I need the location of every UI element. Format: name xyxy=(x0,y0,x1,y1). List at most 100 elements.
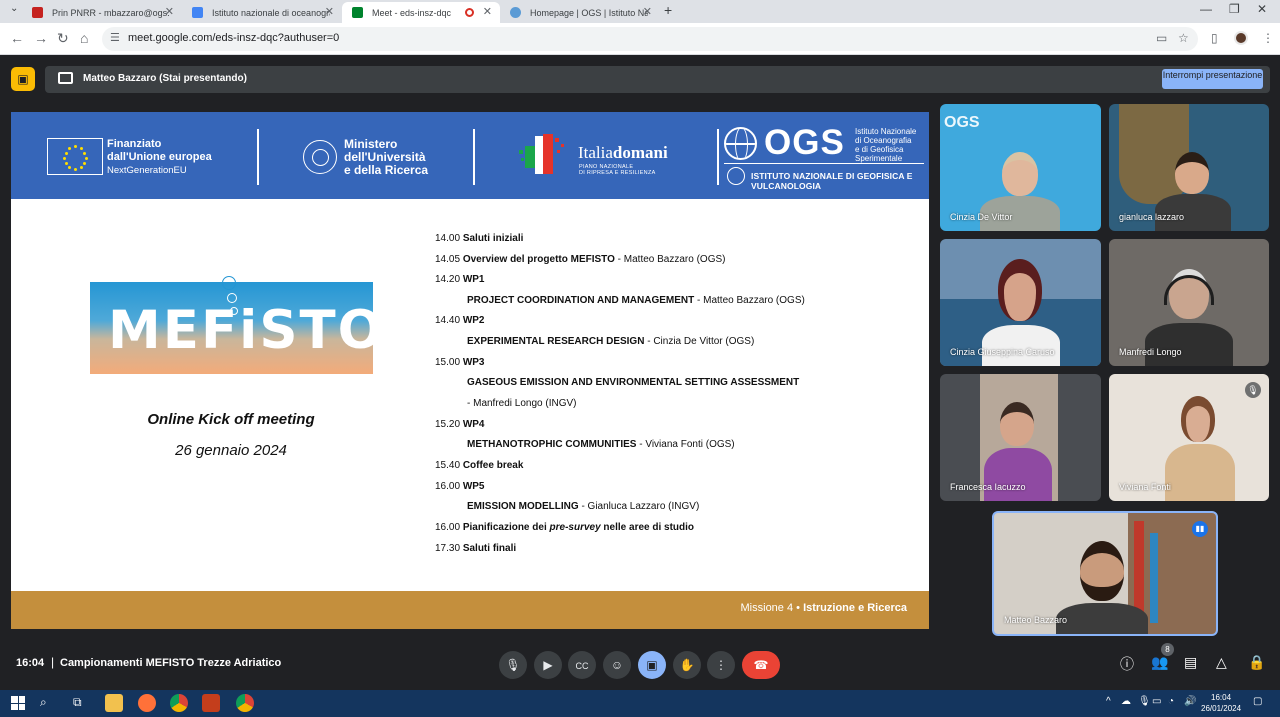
home-icon[interactable]: ⌂ xyxy=(80,30,88,46)
agenda-time: 14.20 xyxy=(435,274,461,285)
eu-line: dall'Unione europea xyxy=(107,151,212,163)
gmail-icon xyxy=(32,7,43,18)
tray-chevron-up-icon[interactable]: ^ xyxy=(1106,696,1111,707)
participant-tile[interactable]: OGS Cinzia De Vittor xyxy=(940,104,1101,231)
participant-tile[interactable]: gianluca lazzaro xyxy=(1109,104,1269,231)
present-screen-button[interactable]: ▣ xyxy=(638,651,666,679)
more-menu-icon[interactable]: ⋮ xyxy=(1262,31,1274,45)
stop-presenting-button[interactable]: Interrompi presentazione xyxy=(1162,69,1263,89)
participant-face xyxy=(998,259,1042,321)
mefisto-wordmark: MEFiSTO xyxy=(108,300,385,361)
close-tab-icon[interactable]: ✕ xyxy=(643,5,652,18)
tab-ogs-homepage[interactable]: Homepage | OGS | Istituto Nazi ✕ xyxy=(500,2,660,23)
search-icon[interactable]: ⌕ xyxy=(40,695,47,710)
mission-label: Missione 4 • xyxy=(740,602,804,614)
agenda-title: METHANOTROPHIC COMMUNITIES xyxy=(467,439,637,450)
participant-tile[interactable]: 🎙 Viviana Fonti xyxy=(1109,374,1269,501)
reload-icon[interactable]: ↻ xyxy=(57,30,69,47)
tab-title: Prin PNRR - mbazzaro@ogs.it - xyxy=(52,7,170,18)
powerpoint-icon[interactable] xyxy=(202,694,220,712)
presentation-warning-icon[interactable]: ▣ xyxy=(11,67,35,91)
tab-search-chevron-icon[interactable]: ⌄ xyxy=(10,3,18,14)
presented-slide: Finanziato dall'Unione europea NextGener… xyxy=(11,112,929,629)
agenda-time: 14.40 xyxy=(435,315,461,326)
windows-start-icon[interactable] xyxy=(11,696,25,710)
volume-icon[interactable]: 🔊 xyxy=(1184,696,1196,707)
profile-avatar[interactable] xyxy=(1234,31,1248,45)
meeting-info-icon[interactable]: ⓘ xyxy=(1120,654,1134,674)
agenda-item: 14.00 Saluti iniziali xyxy=(435,233,523,244)
notifications-icon[interactable]: ▢ xyxy=(1253,696,1262,707)
camera-permission-icon[interactable]: ▭ xyxy=(1156,31,1167,45)
task-view-icon[interactable]: ⧉ xyxy=(73,695,82,710)
self-view-tile[interactable]: ▮▮ Matteo Bazzaro xyxy=(992,511,1218,636)
mission-title: Istruzione e Ricerca xyxy=(803,602,907,614)
microphone-tray-icon[interactable]: 🎙 xyxy=(1138,696,1151,707)
url-omnibox[interactable]: ☰ meet.google.com/eds-insz-dqc?authuser=… xyxy=(102,27,1198,51)
firefox-icon[interactable] xyxy=(138,694,156,712)
divider xyxy=(724,163,924,164)
agenda-item: 16.00 Pianificazione dei pre-survey nell… xyxy=(435,522,694,533)
file-explorer-icon[interactable] xyxy=(105,694,123,712)
participant-tile[interactable]: Francesca Iacuzzo xyxy=(940,374,1101,501)
italian-republic-seal-icon xyxy=(303,140,337,174)
onedrive-cloud-icon[interactable]: ☁ xyxy=(1121,696,1131,707)
divider xyxy=(473,129,475,185)
clock-date: 26/01/2024 xyxy=(1201,704,1242,713)
bubble-icon xyxy=(230,307,238,315)
tab-meet[interactable]: Meet - eds-insz-dqc ✕ xyxy=(342,2,500,23)
agenda-time: 15.20 xyxy=(435,419,461,430)
raise-hand-button[interactable]: ✋ xyxy=(673,651,701,679)
people-icon[interactable]: 👥 xyxy=(1151,654,1168,671)
chrome-active-icon[interactable] xyxy=(236,694,254,712)
italia-domani-subtitle: PIANO NAZIONALE DI RIPRESA E RESILIENZA xyxy=(579,164,656,176)
new-tab-plus-icon[interactable]: + xyxy=(664,2,672,18)
leave-call-button[interactable]: ☎ xyxy=(742,651,780,679)
agenda-title: Saluti finali xyxy=(462,543,517,554)
forward-arrow-icon[interactable]: → xyxy=(34,30,48,46)
agenda-speaker: - Gianluca Lazzaro (INGV) xyxy=(578,501,700,512)
activities-icon[interactable]: △ xyxy=(1216,654,1227,671)
camera-button[interactable]: ▶ xyxy=(534,651,562,679)
eu-line: NextGenerationEU xyxy=(107,165,187,176)
agenda-title: Saluti iniziali xyxy=(462,233,524,244)
tab-gmail[interactable]: Prin PNRR - mbazzaro@ogs.it - ✕ xyxy=(22,2,182,23)
participant-tile[interactable]: Cinzia Giuseppina Caruso xyxy=(940,239,1101,366)
restore-icon[interactable]: ❐ xyxy=(1229,2,1240,16)
back-arrow-icon[interactable]: ← xyxy=(10,30,24,46)
agenda-title: WP1 xyxy=(462,274,485,285)
slide-logo-header: Finanziato dall'Unione europea NextGener… xyxy=(11,112,929,199)
window-close-icon[interactable]: ✕ xyxy=(1257,2,1267,16)
agenda-item: EMISSION MODELLING - Gianluca Lazzaro (I… xyxy=(467,501,699,512)
agenda-item: 15.40 Coffee break xyxy=(435,460,523,471)
close-tab-icon[interactable]: ✕ xyxy=(325,5,334,18)
tab-title: Homepage | OGS | Istituto Nazi xyxy=(530,7,648,18)
more-options-button[interactable]: ⋮ xyxy=(707,651,735,679)
agenda-time: 16.00 xyxy=(435,522,461,533)
ingv-seal-icon xyxy=(727,167,745,185)
reactions-button[interactable]: ☺ xyxy=(603,651,631,679)
emoji-icon: ☺ xyxy=(610,658,624,672)
system-clock[interactable]: 16:04 26/01/2024 xyxy=(1201,692,1241,714)
wifi-icon[interactable]: ◔ xyxy=(1168,696,1174,707)
agenda-title: Overview del progetto MEFISTO xyxy=(462,254,615,265)
close-tab-icon[interactable]: ✕ xyxy=(483,5,492,18)
meeting-title: Online Kick off meeting xyxy=(147,411,315,428)
chat-icon[interactable]: ▤ xyxy=(1184,654,1197,671)
url-text[interactable]: meet.google.com/eds-insz-dqc?authuser=0 xyxy=(128,32,339,44)
site-info-icon[interactable]: ☰ xyxy=(110,31,120,44)
chrome-icon[interactable] xyxy=(170,694,188,712)
host-controls-lock-icon[interactable]: 🔒 xyxy=(1248,654,1265,671)
bookmark-star-icon[interactable]: ☆ xyxy=(1178,31,1189,45)
close-tab-icon[interactable]: ✕ xyxy=(165,5,174,18)
minimize-icon[interactable]: — xyxy=(1200,2,1212,16)
captions-button[interactable]: CC xyxy=(568,651,596,679)
microphone-button[interactable]: 🎙 xyxy=(499,651,527,679)
tab-istituto[interactable]: Istituto nazionale di oceanograf ✕ xyxy=(182,2,342,23)
side-panel-icon[interactable]: ▯ xyxy=(1211,31,1218,45)
participant-body xyxy=(982,325,1060,366)
meet-top-bar: ▣ Matteo Bazzaro (Stai presentando) xyxy=(0,55,1280,105)
participant-tile[interactable]: Manfredi Longo xyxy=(1109,239,1269,366)
network-icon[interactable]: ▭ xyxy=(1152,696,1161,707)
agenda-item: 15.20 WP4 xyxy=(435,419,484,430)
